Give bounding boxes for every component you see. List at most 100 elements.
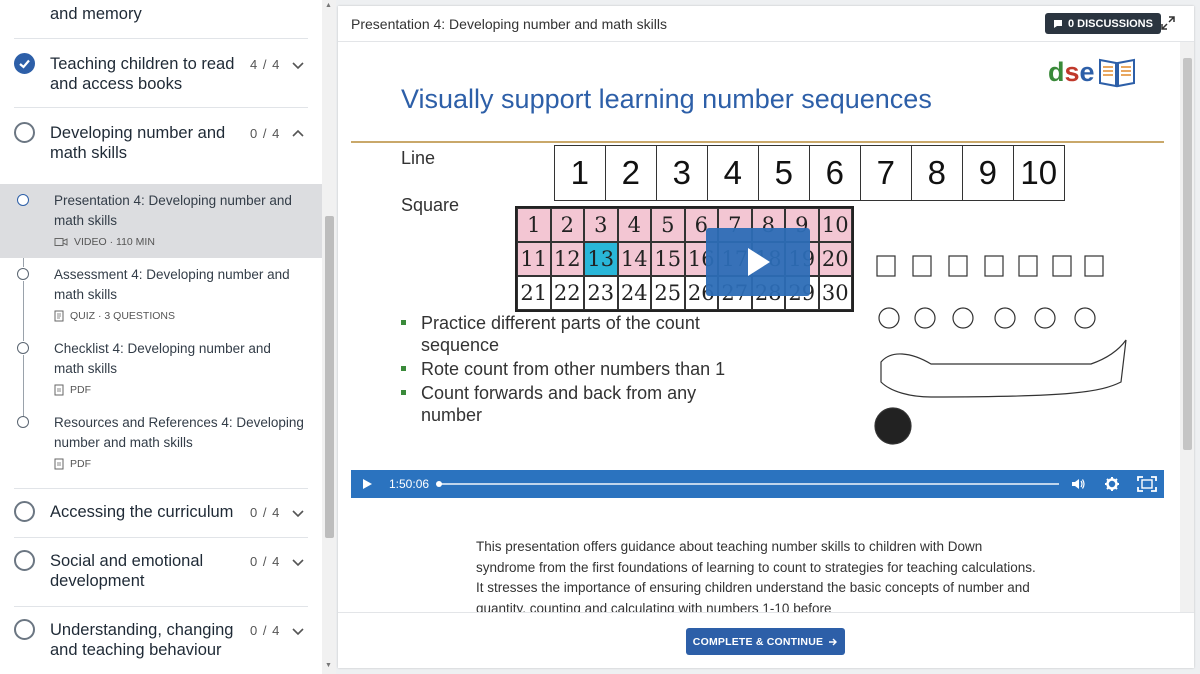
big-play-button[interactable] (706, 228, 810, 296)
number-line: 1 2 3 4 5 6 7 8 9 10 (553, 145, 1065, 201)
number-square-cell: 22 (550, 276, 584, 310)
logo-text: dse (1048, 56, 1095, 87)
lesson-meta-text: PDF (70, 384, 91, 396)
lesson-item-active[interactable]: Presentation 4: Developing number and ma… (0, 184, 322, 258)
bullet-text: Rote count from other numbers than 1 (421, 359, 726, 379)
lesson-header-title: Presentation 4: Developing number and ma… (351, 16, 667, 32)
number-square-cell: 24 (617, 276, 651, 310)
number-line-cell: 8 (910, 145, 963, 201)
lesson-status-icon (17, 268, 29, 280)
number-square-cell: 13 (584, 242, 618, 276)
number-square-cell: 15 (651, 242, 685, 276)
lesson-item[interactable]: Resources and References 4: Developing n… (0, 406, 322, 480)
number-line-cell: 2 (604, 145, 657, 201)
number-square-cell: 3 (584, 208, 618, 242)
scrollbar-thumb[interactable] (325, 216, 334, 538)
chevron-up-icon[interactable] (290, 126, 306, 142)
video-progress-bar[interactable] (436, 481, 1059, 487)
lesson-title: Presentation 4: Developing number and ma… (54, 193, 292, 228)
section-progress: 0 / 4 (250, 126, 281, 141)
empty-circle-icon (14, 619, 35, 640)
video-time: 1:50:06 (389, 477, 430, 491)
progress-knob[interactable] (436, 481, 442, 487)
slide-bullets: Practice different parts of the count se… (401, 312, 731, 428)
number-square-cell: 12 (550, 242, 584, 276)
section-progress: 4 / 4 (250, 57, 281, 72)
number-square-cell: 2 (550, 208, 584, 242)
course-sidebar: and memory Teaching children to read and… (0, 0, 336, 674)
chevron-down-icon[interactable] (290, 554, 306, 570)
lesson-card: Presentation 4: Developing number and ma… (338, 6, 1194, 668)
chat-icon (1054, 19, 1062, 28)
volume-icon[interactable] (1070, 476, 1086, 492)
section-title: Teaching children to read and access boo… (50, 55, 235, 93)
lesson-item[interactable]: Assessment 4: Developing number and math… (0, 258, 322, 332)
slide-divider (351, 141, 1164, 143)
lesson-description: This presentation offers guidance about … (476, 539, 1036, 616)
complete-continue-label: COMPLETE & CONTINUE (692, 635, 824, 648)
number-square-cell: 1 (517, 208, 551, 242)
play-icon[interactable] (359, 476, 375, 492)
number-line-cell: 6 (808, 145, 861, 201)
slide-title: Visually support learning number sequenc… (401, 84, 932, 114)
square-label: Square (401, 195, 460, 215)
number-square-cell: 10 (818, 208, 852, 242)
play-icon (748, 248, 770, 276)
bullet-marker (401, 320, 406, 325)
expand-icon[interactable] (1160, 15, 1176, 31)
number-line-cell: 1 (553, 145, 606, 201)
lesson-status-icon (17, 342, 29, 354)
lesson-title: Checklist 4: Developing number and math … (54, 341, 271, 376)
section-progress: 0 / 4 (250, 554, 281, 569)
bullet-marker (401, 390, 406, 395)
number-line-cell: 5 (757, 145, 810, 201)
lesson-meta-text: QUIZ · 3 QUESTIONS (70, 310, 176, 322)
video-slide[interactable]: Visually support learning number sequenc… (351, 42, 1164, 470)
lesson-meta-text: PDF (70, 458, 91, 470)
number-square-cell: 23 (584, 276, 618, 310)
handwritten-worksheet-illustration (874, 255, 1127, 445)
number-line-cell: 10 (1012, 145, 1065, 201)
section-progress: 0 / 4 (250, 505, 281, 520)
empty-circle-icon (14, 122, 35, 143)
section-accessing-curriculum[interactable]: Accessing the curriculum 0 / 4 (0, 489, 322, 537)
fullscreen-icon[interactable] (1137, 476, 1157, 492)
section-social-emotional[interactable]: Social and emotional development 0 / 4 (0, 538, 322, 606)
scroll-up-arrow-icon[interactable]: ▲ (325, 2, 332, 9)
complete-continue-button[interactable]: COMPLETE & CONTINUE (686, 628, 845, 655)
section-teaching-read[interactable]: Teaching children to read and access boo… (0, 39, 322, 107)
bullet-text: Practice different parts of the count se… (421, 313, 700, 355)
empty-circle-icon (14, 501, 35, 522)
number-square-cell: 30 (818, 276, 852, 310)
content-scrollbar[interactable] (1180, 42, 1194, 612)
pdf-icon (54, 384, 64, 396)
book-logo-icon (1098, 58, 1135, 88)
chevron-down-icon[interactable] (290, 57, 306, 73)
number-square-cell: 20 (818, 242, 852, 276)
section-developing-number[interactable]: Developing number and math skills 0 / 4 (0, 108, 322, 176)
scroll-down-arrow-icon[interactable]: ▼ (325, 662, 332, 669)
pdf-icon (54, 458, 64, 470)
lesson-status-icon (17, 416, 29, 428)
number-square-cell: 14 (617, 242, 651, 276)
chevron-down-icon[interactable] (290, 505, 306, 521)
sidebar-scrollbar[interactable]: ▲ ▼ (322, 0, 336, 674)
number-square-cell: 21 (517, 276, 551, 310)
number-line-cell: 9 (961, 145, 1014, 201)
section-behaviour[interactable]: Understanding, changing and teaching beh… (0, 607, 322, 674)
discussions-button[interactable]: 0 DISCUSSIONS (1045, 13, 1161, 34)
settings-gear-icon[interactable] (1104, 476, 1120, 492)
bullet-item: Count forwards and back from any number (401, 382, 731, 426)
line-label: Line (401, 148, 436, 168)
section-title: Understanding, changing and teaching beh… (50, 621, 234, 659)
lesson-item[interactable]: Checklist 4: Developing number and math … (0, 332, 322, 406)
scrollbar-thumb[interactable] (1183, 58, 1192, 450)
section-title-partial[interactable]: and memory (50, 4, 250, 24)
lesson-meta: VIDEO · 110 MIN (54, 236, 155, 248)
bullet-marker (401, 366, 406, 371)
chevron-down-icon[interactable] (290, 623, 306, 639)
lesson-meta: PDF (54, 458, 91, 470)
bullet-item: Rote count from other numbers than 1 (401, 358, 731, 380)
number-line-cell: 4 (706, 145, 759, 201)
discussions-label: 0 DISCUSSIONS (1068, 17, 1153, 30)
